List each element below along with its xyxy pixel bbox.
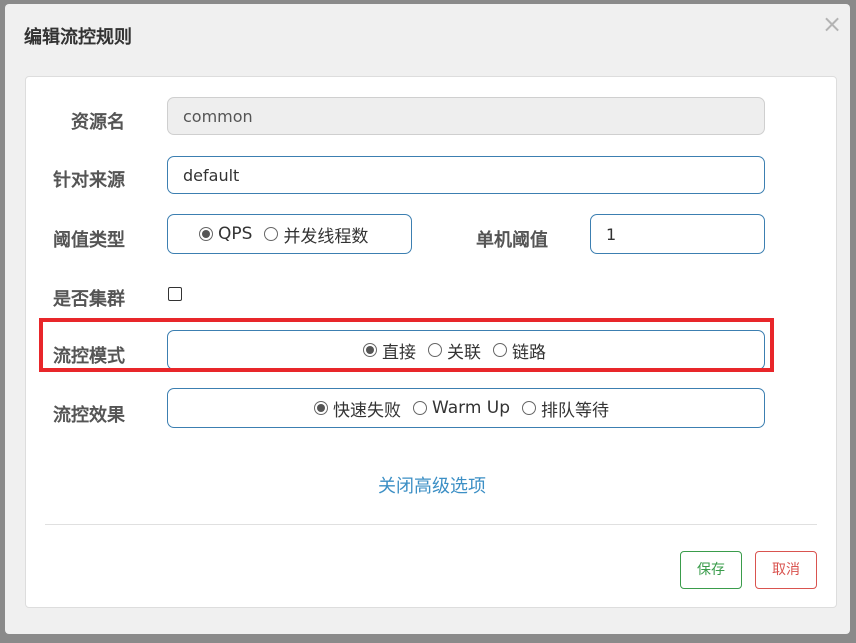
flow-effect-label: 流控效果 bbox=[53, 405, 125, 426]
radio-unchecked-icon bbox=[522, 401, 537, 415]
option-label: 排队等待 bbox=[541, 400, 610, 421]
option-label: 并发线程数 bbox=[283, 226, 369, 247]
radio-unchecked-icon bbox=[264, 227, 279, 241]
option-label: 快速失败 bbox=[333, 400, 401, 421]
flow-effect-radio-group: 快速失败 Warm Up 排队等待 bbox=[167, 388, 765, 428]
radio-checked-icon bbox=[314, 401, 328, 415]
threshold-type-qps-option[interactable]: QPS bbox=[199, 224, 252, 244]
radio-unchecked-icon bbox=[413, 401, 427, 415]
threshold-type-radio-group: QPS 并发线程数 bbox=[167, 214, 412, 254]
option-label: Warm Up bbox=[432, 398, 511, 418]
resource-name-input[interactable] bbox=[167, 97, 765, 135]
flow-effect-fast-fail-option[interactable]: 快速失败 bbox=[314, 396, 401, 421]
divider bbox=[45, 524, 817, 525]
flow-effect-warm-up-option[interactable]: Warm Up bbox=[413, 398, 510, 418]
flow-mode-highlight-box bbox=[39, 318, 774, 372]
source-label: 针对来源 bbox=[53, 170, 125, 191]
cluster-label: 是否集群 bbox=[53, 289, 125, 310]
threshold-type-threads-option[interactable]: 并发线程数 bbox=[264, 222, 368, 247]
source-input[interactable] bbox=[167, 156, 765, 194]
close-icon[interactable]: × bbox=[822, 12, 842, 36]
resource-name-label: 资源名 bbox=[71, 112, 125, 133]
save-button[interactable]: 保存 bbox=[680, 551, 742, 589]
flow-effect-queue-option[interactable]: 排队等待 bbox=[522, 396, 609, 421]
single-threshold-input[interactable] bbox=[590, 214, 765, 254]
close-advanced-options-link[interactable]: 关闭高级选项 bbox=[372, 472, 492, 498]
cancel-button[interactable]: 取消 bbox=[755, 551, 817, 589]
option-label: QPS bbox=[218, 224, 253, 244]
threshold-type-label: 阈值类型 bbox=[53, 230, 125, 251]
dialog-title: 编辑流控规则 bbox=[24, 27, 132, 48]
radio-checked-icon bbox=[199, 227, 213, 241]
single-threshold-label: 单机阈值 bbox=[476, 230, 548, 251]
cluster-checkbox[interactable] bbox=[168, 287, 182, 301]
